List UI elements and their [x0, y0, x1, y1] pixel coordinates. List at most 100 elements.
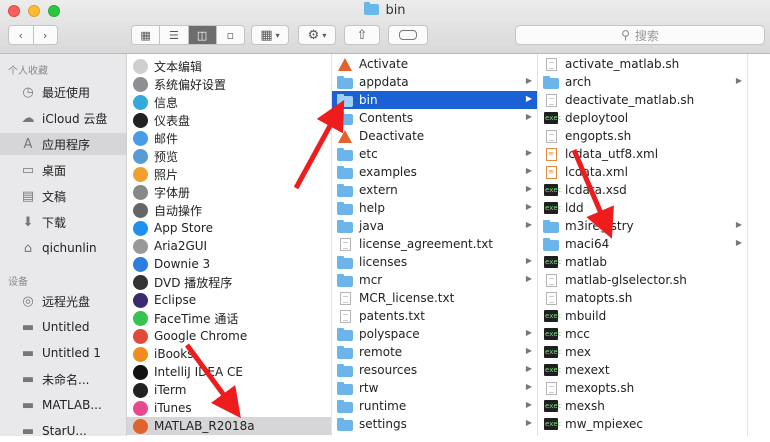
bin-folder-item-mexext[interactable]: exec mexext [538, 361, 747, 379]
folder-icon [337, 363, 353, 377]
matlab-folder-item-polyspace[interactable]: polyspace ▶ [332, 325, 537, 343]
app-item-item[interactable]: 预览 [127, 147, 331, 165]
matlab-folder-item-settings[interactable]: settings ▶ [332, 415, 537, 433]
bin-folder-item-matlab-glselector-sh[interactable]: matlab-glselector.sh [538, 271, 747, 289]
app-item-item[interactable]: 文本编辑 [127, 57, 331, 75]
matlab-folder-item-remote[interactable]: remote ▶ [332, 343, 537, 361]
matlab-folder-item-java[interactable]: java ▶ [332, 217, 537, 235]
matlab-folder-item-examples[interactable]: examples ▶ [332, 163, 537, 181]
matlab-folder-item-licenses[interactable]: licenses ▶ [332, 253, 537, 271]
app-item-intellij-idea-ce[interactable]: IntelliJ IDEA CE [127, 363, 331, 381]
sidebar-item-label: qichunlin [42, 241, 97, 255]
sidebar-item-staru[interactable]: ▬ StarU... [0, 420, 126, 442]
matlab-column: Activate appdata ▶ bin ▶ Contents ▶ Deactivate e… [332, 54, 538, 436]
documents-icon: ▤ [21, 188, 35, 204]
bin-folder-item-matopts-sh[interactable]: matopts.sh [538, 289, 747, 307]
bin-folder-item-lcdata-xsd[interactable]: exec lcdata.xsd [538, 181, 747, 199]
bin-folder-item-mex[interactable]: exec mex [538, 343, 747, 361]
matlab-folder-item-appdata[interactable]: appdata ▶ [332, 73, 537, 91]
sidebar-item-untitled[interactable]: ▬ Untitled [0, 316, 126, 338]
sidebar-item-matlab[interactable]: ▬ MATLAB... [0, 394, 126, 416]
matlab-folder-item-help[interactable]: help ▶ [332, 199, 537, 217]
search-field[interactable]: ⚲ 搜索 [515, 25, 765, 45]
bin-folder-item-mw-mpiexec[interactable]: exec mw_mpiexec [538, 415, 747, 433]
app-item-google-chrome[interactable]: Google Chrome [127, 327, 331, 345]
list-view-button[interactable]: ☰ [160, 26, 189, 44]
sidebar-item-icloud[interactable]: ☁ iCloud 云盘 [0, 107, 126, 129]
bin-folder-item-maci64[interactable]: maci64 ▶ [538, 235, 747, 253]
forward-button[interactable]: › [33, 26, 57, 44]
matlab-folder-item-runtime[interactable]: runtime ▶ [332, 397, 537, 415]
app-item-item[interactable]: 系统偏好设置 [127, 75, 331, 93]
home-icon: ⌂ [23, 240, 33, 256]
matlab-folder-item-mcr-license-txt[interactable]: MCR_license.txt [332, 289, 537, 307]
matlab-folder-item-patents-txt[interactable]: patents.txt [332, 307, 537, 325]
bin-folder-item-label: engopts.sh [565, 129, 632, 143]
matlab-folder-item-rtw[interactable]: rtw ▶ [332, 379, 537, 397]
matlab-folder-item-extern[interactable]: extern ▶ [332, 181, 537, 199]
matlab-icon [132, 418, 148, 434]
sidebar-item-item[interactable]: ▬ 未命名... [0, 368, 126, 390]
sidebar-item-item[interactable]: ▭ 桌面 [0, 159, 126, 181]
sidebar-item-item[interactable]: ◷ 最近使用 [0, 81, 126, 103]
matlab-folder-item-contents[interactable]: Contents ▶ [332, 109, 537, 127]
bin-folder-item-mbuild[interactable]: exec mbuild [538, 307, 747, 325]
matlab-folder-item-activate[interactable]: Activate [332, 55, 537, 73]
app-item-item[interactable]: 自动操作 [127, 201, 331, 219]
app-item-item[interactable]: 信息 [127, 93, 331, 111]
icon-view-button[interactable]: ▦ [132, 26, 161, 44]
app-item-label: 文本编辑 [154, 59, 203, 74]
share-button[interactable]: ⇧ [344, 25, 380, 45]
app-item-item[interactable]: 邮件 [127, 129, 331, 147]
bin-folder-item-mexopts-sh[interactable]: mexopts.sh [538, 379, 747, 397]
app-item-facetime[interactable]: FaceTime 通话 [127, 309, 331, 327]
bin-folder-item-mcc[interactable]: exec mcc [538, 325, 747, 343]
sidebar-item-item[interactable]: ▤ 文稿 [0, 185, 126, 207]
sidebar-item-untitled-1[interactable]: ▬ Untitled 1 [0, 342, 126, 364]
bin-folder-item-deploytool[interactable]: exec deploytool [538, 109, 747, 127]
devices-header: 设备 [8, 277, 28, 288]
bin-folder-item-matlab[interactable]: exec matlab [538, 253, 747, 271]
app-item-dvd[interactable]: DVD 播放程序 [127, 273, 331, 291]
group-by-button[interactable]: ▦ ▾ [251, 25, 289, 45]
matlab-folder-item-license-agreement-txt[interactable]: license_agreement.txt [332, 235, 537, 253]
action-button[interactable]: ⚙ ▾ [298, 25, 336, 45]
matlab-folder-item-mcr[interactable]: mcr ▶ [332, 271, 537, 289]
disclosure-arrow-icon: ▶ [735, 220, 742, 229]
app-item-downie-3[interactable]: Downie 3 [127, 255, 331, 273]
bin-folder-item-arch[interactable]: arch ▶ [538, 73, 747, 91]
app-item-label: FaceTime 通话 [154, 311, 239, 326]
bin-folder-item-lcdata-xml[interactable]: ≋ lcdata.xml [538, 163, 747, 181]
app-item-ibooks[interactable]: iBooks [127, 345, 331, 363]
app-item-iterm[interactable]: iTerm [127, 381, 331, 399]
bin-folder-item-label: mexext [565, 363, 610, 377]
app-item-matlab-r2018a[interactable]: MATLAB_R2018a [127, 417, 331, 435]
edit-tags-button[interactable] [388, 25, 428, 45]
app-item-app-store[interactable]: App Store [127, 219, 331, 237]
bin-folder-item-deactivate-matlab-sh[interactable]: deactivate_matlab.sh [538, 91, 747, 109]
sidebar-item-item[interactable]: A 应用程序 [0, 133, 126, 155]
app-item-itunes[interactable]: iTunes [127, 399, 331, 417]
bin-folder-item-mexsh[interactable]: exec mexsh [538, 397, 747, 415]
bin-folder-item-activate-matlab-sh[interactable]: activate_matlab.sh [538, 55, 747, 73]
sidebar-item-item[interactable]: ⬇ 下载 [0, 211, 126, 233]
app-item-item[interactable]: 仪表盘 [127, 111, 331, 129]
back-button[interactable]: ‹ [9, 26, 34, 44]
gallery-view-button[interactable]: ▫ [216, 26, 244, 44]
app-item-aria2gui[interactable]: Aria2GUI [127, 237, 331, 255]
bin-folder-item-ldd[interactable]: exec ldd [538, 199, 747, 217]
bin-folder-item-lcdata-utf8-xml[interactable]: ≋ lcdata_utf8.xml [538, 145, 747, 163]
sidebar-item-item[interactable]: ◎ 远程光盘 [0, 290, 126, 312]
folder-icon [337, 183, 353, 197]
matlab-folder-item-etc[interactable]: etc ▶ [332, 145, 537, 163]
column-view-button[interactable]: ◫ [188, 26, 217, 44]
bin-folder-item-engopts-sh[interactable]: engopts.sh [538, 127, 747, 145]
matlab-folder-item-deactivate[interactable]: Deactivate [332, 127, 537, 145]
matlab-folder-item-bin[interactable]: bin ▶ [332, 91, 537, 109]
app-item-item[interactable]: 照片 [127, 165, 331, 183]
bin-folder-item-m3iregistry[interactable]: m3iregistry ▶ [538, 217, 747, 235]
app-item-eclipse[interactable]: Eclipse [127, 291, 331, 309]
sidebar-item-qichunlin[interactable]: ⌂ qichunlin [0, 237, 126, 259]
app-item-item[interactable]: 字体册 [127, 183, 331, 201]
matlab-folder-item-resources[interactable]: resources ▶ [332, 361, 537, 379]
